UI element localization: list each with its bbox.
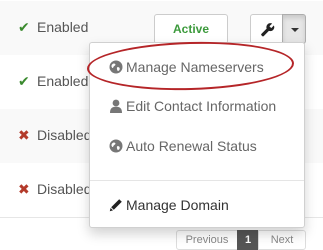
pagination-page-current[interactable]: 1 (237, 230, 259, 250)
menu-divider (90, 180, 304, 181)
pencil-icon (109, 199, 122, 212)
cross-icon: ✖ (18, 181, 30, 197)
status-text: Disabled (37, 181, 92, 197)
tools-button[interactable] (250, 14, 283, 44)
user-icon (110, 99, 122, 113)
status-cell: ✖ Disabled (18, 127, 91, 144)
menu-item-label: Auto Renewal Status (126, 138, 257, 154)
status-text: Enabled (37, 19, 89, 35)
menu-item-label: Manage Domain (126, 197, 229, 213)
status-cell: ✔ Enabled (18, 73, 88, 90)
status-text: Disabled (37, 127, 92, 143)
menu-item-label: Edit Contact Information (126, 98, 277, 114)
status-cell: ✖ Disabled (18, 181, 91, 198)
menu-item-edit-contact-information[interactable]: Edit Contact Information (90, 93, 304, 119)
status-cell: ✔ Enabled (18, 19, 88, 36)
pagination-next[interactable]: Next (258, 230, 306, 250)
menu-item-manage-domain[interactable]: Manage Domain (90, 192, 304, 218)
check-icon: ✔ (18, 19, 30, 35)
cross-icon: ✖ (18, 127, 30, 143)
check-icon: ✔ (18, 73, 30, 89)
caret-down-icon (291, 28, 299, 32)
pagination-previous[interactable]: Previous (176, 230, 238, 250)
menu-item-auto-renewal-status[interactable]: Auto Renewal Status (90, 133, 304, 159)
globe-icon (109, 139, 123, 153)
wrench-icon (261, 22, 275, 37)
active-status-button[interactable]: Active (154, 14, 228, 44)
dropdown-toggle-button[interactable] (282, 14, 306, 44)
status-text: Enabled (37, 73, 89, 89)
